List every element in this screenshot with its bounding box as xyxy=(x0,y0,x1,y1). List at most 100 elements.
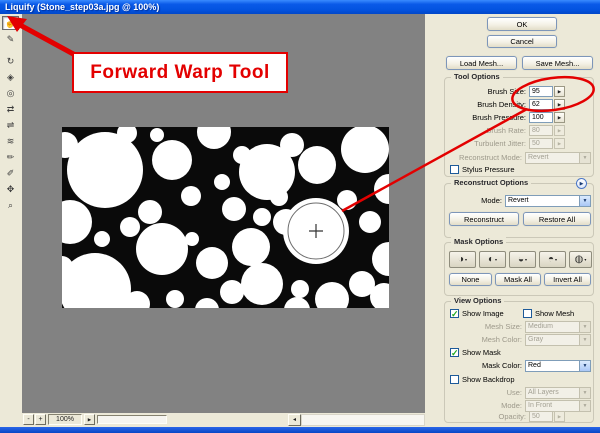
zoom-level-display[interactable]: 100% xyxy=(48,414,82,425)
mask-all-button[interactable]: Mask All xyxy=(495,273,541,286)
forward-warp-tool-button[interactable]: ☝ xyxy=(2,16,19,30)
brush-rate-spinner: ▶ xyxy=(554,125,565,136)
tool-options-group: Tool Options Brush Size: 95 ▶ Brush Dens… xyxy=(444,77,594,177)
reconstruct-tool-button[interactable]: ✎ xyxy=(2,32,19,46)
mask-dropdown-icon: ▾ xyxy=(555,257,557,262)
show-backdrop-checkbox[interactable] xyxy=(450,375,459,384)
zoom-menu-button[interactable]: ▶ xyxy=(84,414,95,425)
replace-selection-icon: ◑ xyxy=(458,255,464,265)
restore-all-button[interactable]: Restore All xyxy=(523,212,591,226)
mirror-icon: ⇌ xyxy=(7,120,15,131)
mesh-size-label: Mesh Size: xyxy=(485,322,522,331)
intersect-with-selection-button[interactable]: ◓ ▾ xyxy=(539,251,566,268)
spinner-arrow-icon: ▶ xyxy=(558,89,561,95)
turbulent-jitter-input: 50 xyxy=(529,138,553,149)
bloat-tool-button[interactable]: ◎ xyxy=(2,86,19,100)
freeze-mask-tool-button[interactable]: ✏ xyxy=(2,150,19,164)
show-mesh-checkbox[interactable] xyxy=(523,309,532,318)
invert-all-button[interactable]: Invert All xyxy=(544,273,591,286)
reconstruct-options-menu-button[interactable]: ▶ xyxy=(576,178,587,189)
opacity-spinner: ▶ xyxy=(554,411,565,422)
reconstruct-mode-label: Reconstruct Mode: xyxy=(459,153,522,162)
tool-options-legend: Tool Options xyxy=(451,72,503,81)
brush-pressure-label: Brush Pressure: xyxy=(472,113,526,122)
progress-bar xyxy=(97,415,167,424)
subtract-from-selection-button[interactable]: ◒ ▾ xyxy=(509,251,536,268)
horizontal-scrollbar[interactable] xyxy=(301,414,425,426)
cancel-button[interactable]: Cancel xyxy=(487,35,557,48)
reconstruct-button[interactable]: Reconstruct xyxy=(449,212,519,226)
brush-density-label: Brush Density: xyxy=(477,100,526,109)
scroll-left-icon: ◂ xyxy=(293,417,296,423)
pucker-tool-button[interactable]: ◈ xyxy=(2,70,19,84)
show-mask-checkbox[interactable]: ✓ xyxy=(450,348,459,357)
title-bar[interactable]: Liquify (Stone_step03a.jpg @ 100%) xyxy=(0,0,600,14)
show-mesh-label: Show Mesh xyxy=(535,309,574,318)
stylus-pressure-checkbox[interactable] xyxy=(450,165,459,174)
turbulent-jitter-label: Turbulent Jitter: xyxy=(474,139,526,148)
mask-dropdown-icon: ▾ xyxy=(465,257,467,262)
mask-color-label: Mask Color: xyxy=(482,361,522,370)
stone-image xyxy=(62,127,389,308)
use-select: All Layers ▼ xyxy=(525,387,591,399)
spinner-arrow-icon: ▶ xyxy=(558,141,561,147)
freeze-mask-icon: ✏ xyxy=(7,152,15,163)
bloat-icon: ◎ xyxy=(7,88,15,99)
none-button[interactable]: None xyxy=(449,273,492,286)
reconstruct-mode-dropdown-label: Mode: xyxy=(481,196,502,205)
window-title: Liquify (Stone_step03a.jpg @ 100%) xyxy=(5,2,159,12)
hand-tool-button[interactable]: ✥ xyxy=(2,182,19,196)
intersect-with-selection-icon: ◓ xyxy=(548,255,554,265)
mesh-size-select: Medium ▼ xyxy=(525,321,591,333)
backdrop-mode-label: Mode: xyxy=(501,401,522,410)
add-to-selection-button[interactable]: ◐ ▾ xyxy=(479,251,506,268)
brush-pressure-input[interactable]: 100 xyxy=(529,112,553,123)
brush-density-spinner[interactable]: ▶ xyxy=(554,99,565,110)
zoom-out-button[interactable]: - xyxy=(23,414,34,425)
invert-selection-button[interactable]: ◍ ▾ xyxy=(569,251,592,268)
zoom-in-button[interactable]: + xyxy=(35,414,46,425)
show-image-label: Show Image xyxy=(462,309,504,318)
scroll-left-button[interactable]: ◂ xyxy=(288,414,301,426)
mask-options-group: Mask Options ◑ ▾ ◐ ▾ ◒ ▾ ◓ ▾ ◍ ▾ None Ma… xyxy=(444,242,594,296)
mirror-tool-button[interactable]: ⇌ xyxy=(2,118,19,132)
show-image-checkbox[interactable]: ✓ xyxy=(450,309,459,318)
brush-pressure-spinner[interactable]: ▶ xyxy=(554,112,565,123)
use-label: Use: xyxy=(507,388,522,397)
forward-warp-icon: ☝ xyxy=(5,18,16,29)
reconstruct-icon: ✎ xyxy=(7,34,15,45)
mask-color-select[interactable]: Red ▼ xyxy=(525,360,591,372)
invert-selection-icon: ◍ xyxy=(575,255,584,265)
tool-callout-text: Forward Warp Tool xyxy=(90,62,270,84)
liquify-dialog: Liquify (Stone_step03a.jpg @ 100%) ☝ ✎ ↻… xyxy=(0,0,600,433)
spinner-arrow-icon: ▶ xyxy=(558,128,561,134)
reconstruct-revert-select[interactable]: Revert ▼ xyxy=(505,195,591,207)
brush-rate-input: 80 xyxy=(529,125,553,136)
ok-button[interactable]: OK xyxy=(487,17,557,31)
show-mask-label: Show Mask xyxy=(462,348,501,357)
brush-size-spinner[interactable]: ▶ xyxy=(554,86,565,97)
mask-dropdown-icon: ▾ xyxy=(495,257,497,262)
brush-size-input[interactable]: 95 xyxy=(529,86,553,97)
thaw-mask-tool-button[interactable]: ✐ xyxy=(2,166,19,180)
zoom-tool-button[interactable]: ⌕ xyxy=(2,198,19,212)
push-left-icon: ⇄ xyxy=(7,104,15,115)
tool-callout: Forward Warp Tool xyxy=(72,52,288,93)
spinner-arrow-icon: ▶ xyxy=(558,414,561,420)
mask-dropdown-icon: ▾ xyxy=(525,257,527,262)
reconstruct-options-legend: Reconstruct Options xyxy=(451,178,531,187)
thaw-mask-icon: ✐ xyxy=(7,168,15,179)
brush-density-input[interactable]: 62 xyxy=(529,99,553,110)
view-options-group: View Options ✓ Show Image Show Mesh Mesh… xyxy=(444,301,594,423)
opacity-input: 50 xyxy=(529,411,553,422)
replace-selection-button[interactable]: ◑ ▾ xyxy=(449,251,476,268)
view-options-legend: View Options xyxy=(451,296,504,305)
push-left-tool-button[interactable]: ⇄ xyxy=(2,102,19,116)
save-mesh-button[interactable]: Save Mesh... xyxy=(522,56,593,70)
combo-arrow-icon: ▼ xyxy=(579,335,590,345)
turbulence-tool-button[interactable]: ≋ xyxy=(2,134,19,148)
twirl-clockwise-tool-button[interactable]: ↻ xyxy=(2,54,19,68)
mesh-color-label: Mesh Color: xyxy=(482,335,522,344)
load-mesh-button[interactable]: Load Mesh... xyxy=(446,56,517,70)
mask-options-legend: Mask Options xyxy=(451,237,506,246)
